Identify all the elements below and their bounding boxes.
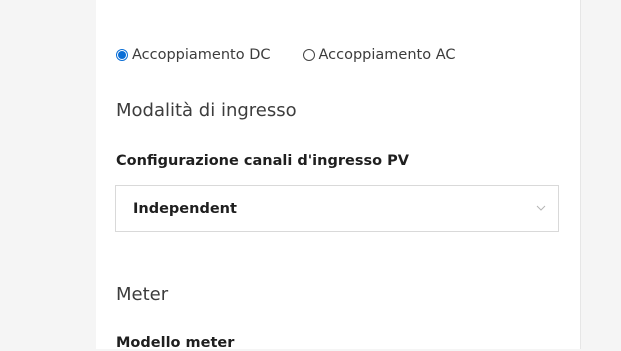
coupling-radio-group: Accoppiamento DC Accoppiamento AC — [116, 44, 456, 66]
pv-channel-config-value[interactable]: Independent — [133, 201, 237, 217]
radio-ac-coupling-label[interactable]: Accoppiamento AC — [319, 47, 456, 63]
pv-channel-config-label: Configurazione canali d'ingresso PV — [116, 153, 409, 169]
radio-dc-coupling[interactable]: Accoppiamento DC — [116, 47, 271, 63]
settings-panel: Accoppiamento DC Accoppiamento AC Modali… — [96, 0, 581, 351]
pv-channel-config-select[interactable]: Independent — [115, 185, 559, 232]
chevron-down-icon[interactable] — [536, 204, 546, 212]
input-mode-title: Modalità di ingresso — [116, 100, 297, 121]
radio-checked-icon[interactable] — [116, 49, 128, 61]
radio-unchecked-icon[interactable] — [302, 49, 315, 61]
radio-dc-coupling-label[interactable]: Accoppiamento DC — [132, 47, 271, 63]
radio-ac-coupling[interactable]: Accoppiamento AC — [302, 47, 456, 63]
meter-title: Meter — [116, 284, 169, 305]
